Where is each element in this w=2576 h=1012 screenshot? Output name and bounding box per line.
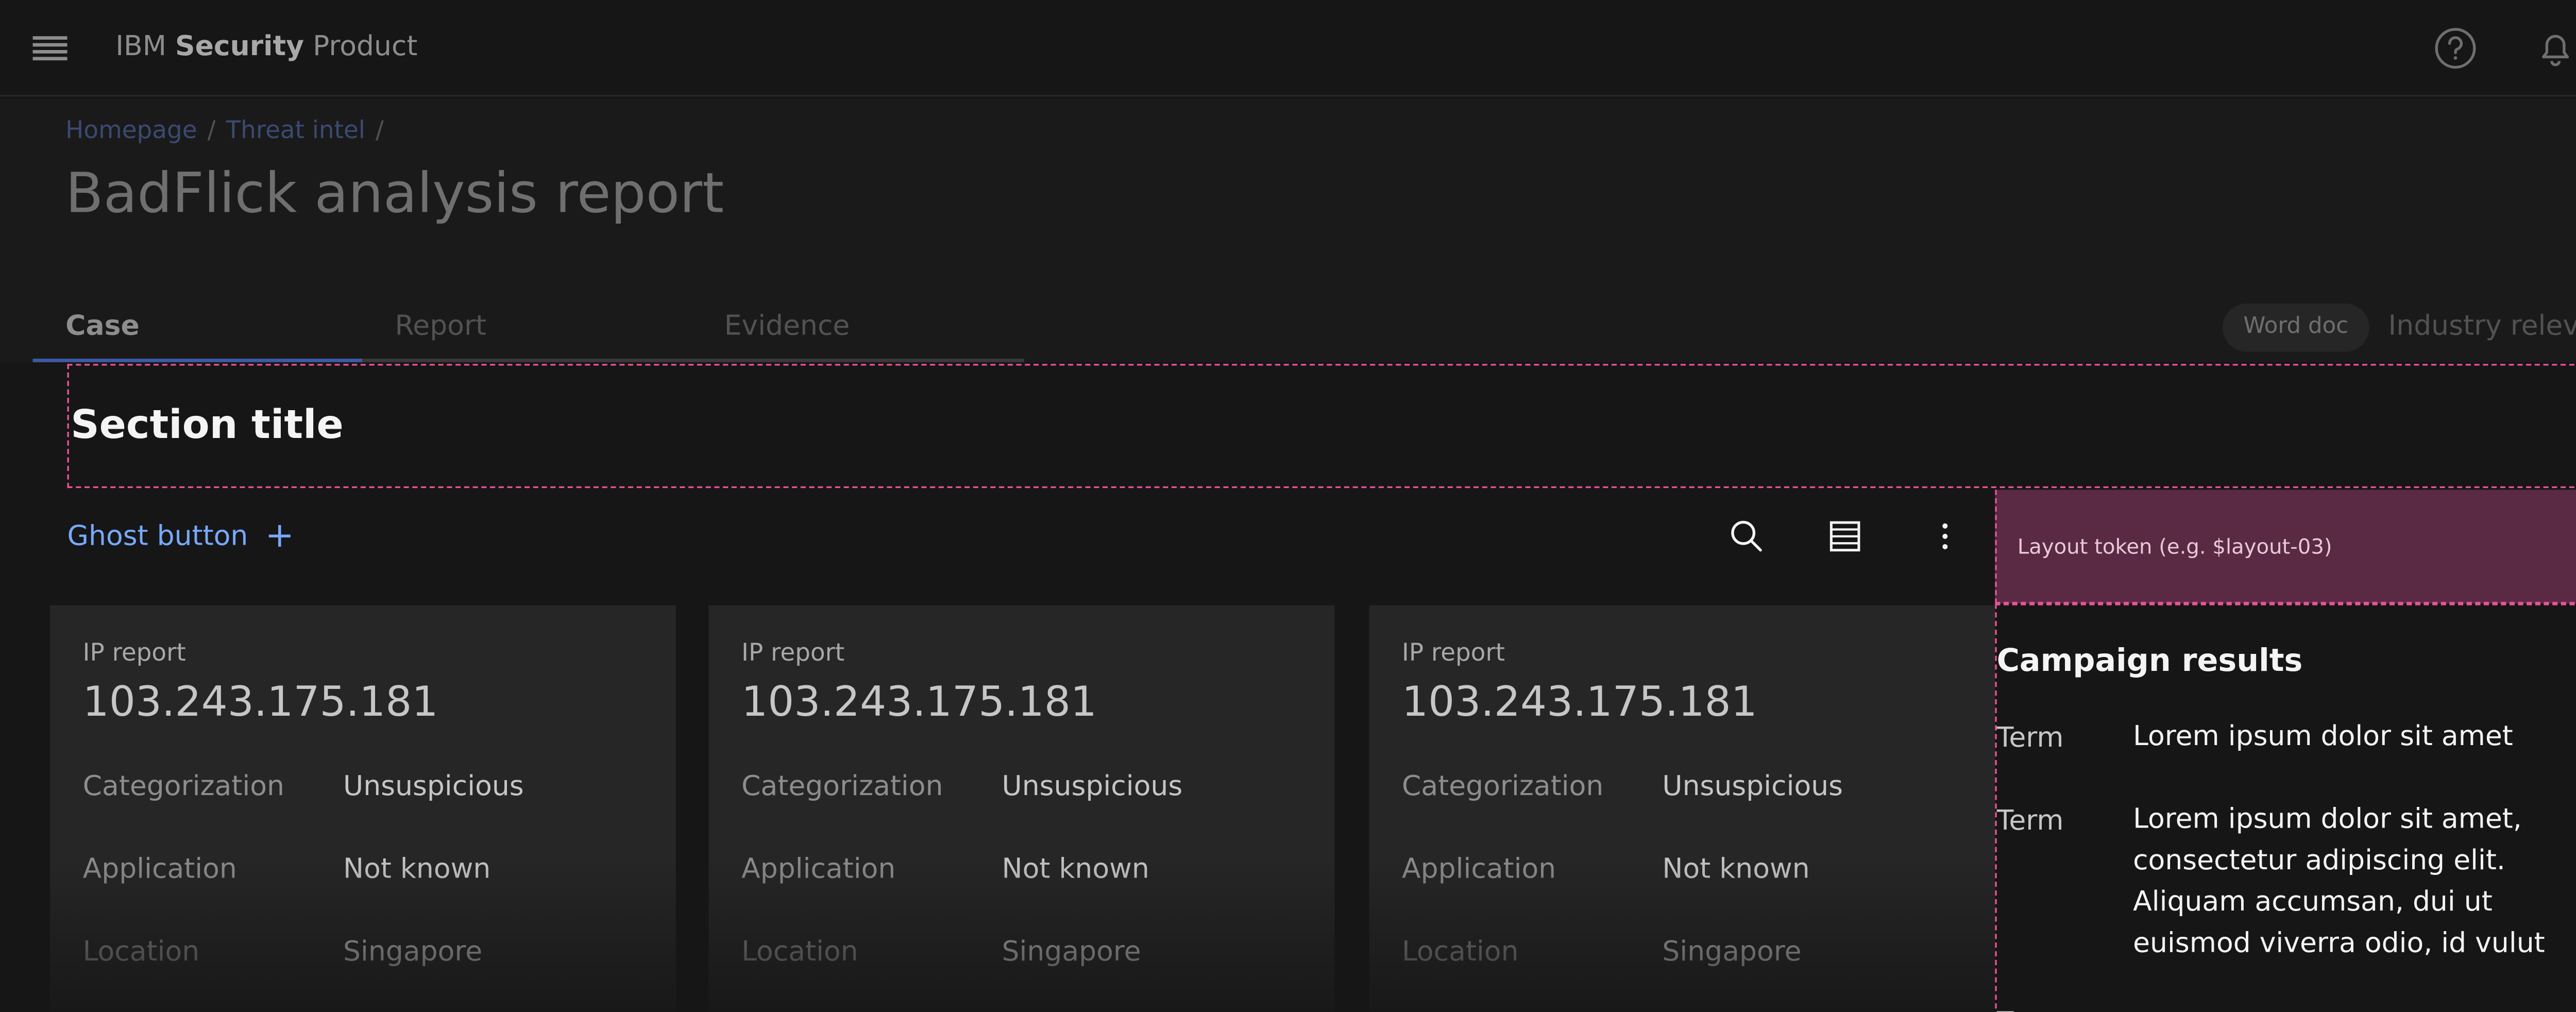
card-row-categorization: Categorization Unsuspicious — [1402, 769, 1843, 802]
overflow-menu-vertical-icon[interactable] — [1926, 517, 1964, 555]
industry-relevancy-link[interactable]: Industry relevancy — [2388, 309, 2576, 342]
word-doc-tag[interactable]: Word doc — [2223, 303, 2369, 352]
card-row-value: Singapore — [1002, 935, 1141, 968]
card-row-categorization: Categorization Unsuspicious — [741, 769, 1182, 802]
card-row-key: Categorization — [741, 769, 943, 802]
card-eyebrow: IP report — [1402, 639, 1505, 668]
layout-token-label: Layout token (e.g. $layout-03) — [2017, 534, 2332, 559]
term-definition: Lorem ipsum dolor sit amet — [2133, 719, 2513, 752]
card-row-key: Location — [82, 935, 200, 968]
help-icon[interactable] — [2431, 24, 2480, 73]
product-name[interactable]: IBM Security Product — [115, 29, 417, 62]
list-view-icon[interactable] — [1826, 517, 1864, 555]
card-row-value: Singapore — [343, 935, 483, 968]
tab-case[interactable]: Case — [32, 295, 362, 362]
card-row-value: Unsuspicious — [1662, 769, 1843, 802]
brand-bold: Security — [175, 29, 304, 62]
card-row-application: Application Not known — [83, 852, 491, 885]
tab-report[interactable]: Report — [362, 295, 691, 359]
layout-token-annotation: Layout token (e.g. $layout-03) — [1995, 490, 2576, 604]
card-row-key: Categorization — [1402, 769, 1604, 802]
breadcrumb-link-threat-intel[interactable]: Threat intel — [226, 117, 365, 145]
breadcrumb-separator: / — [375, 117, 384, 145]
card-row-value: Unsuspicious — [343, 769, 524, 802]
plus-icon: + — [265, 514, 294, 555]
ghost-button[interactable]: Ghost button + — [67, 517, 294, 552]
brand-suffix: Product — [304, 29, 418, 62]
term-definition: Lorem ipsum dolor sit amet, consectetur … — [2133, 802, 2545, 959]
breadcrumb-separator: / — [207, 117, 216, 145]
card-row-categorization: Categorization Unsuspicious — [83, 769, 524, 802]
card-row-application: Application Not known — [1402, 852, 1810, 885]
brand-prefix: IBM — [115, 29, 176, 62]
card-row-location: Location Singapore — [83, 935, 483, 968]
breadcrumb: Homepage / Threat intel / — [65, 117, 384, 145]
page-title: BadFlick analysis report — [65, 160, 724, 226]
notification-bell-icon[interactable] — [2531, 24, 2576, 73]
card-row-key: Application — [741, 852, 896, 885]
breadcrumb-link-homepage[interactable]: Homepage — [65, 117, 197, 145]
card-ip-address: 103.243.175.181 — [82, 678, 438, 727]
app-root: IBM Security Product Homepage / Threat i… — [0, 0, 2576, 1012]
card-row-key: Application — [1402, 852, 1556, 885]
section-title-area: Section title — [67, 364, 2576, 488]
card-row-value: Not known — [343, 852, 491, 885]
hamburger-menu-icon[interactable] — [32, 36, 67, 61]
ghost-button-label: Ghost button — [67, 518, 248, 551]
card-row-value: Not known — [1662, 852, 1810, 885]
campaign-results-panel: Campaign results Term Lorem ipsum dolor … — [1995, 603, 2576, 1012]
card-row-value: Unsuspicious — [1002, 769, 1183, 802]
card-ip-address: 103.243.175.181 — [741, 678, 1097, 727]
term-label: Term — [1997, 1005, 2064, 1012]
card-ip-address: 103.243.175.181 — [1402, 678, 1757, 727]
card-row-key: Location — [741, 935, 858, 968]
card-row-key: Location — [1402, 935, 1519, 968]
card-row-location: Location Singapore — [1402, 935, 1802, 968]
card-eyebrow: IP report — [82, 639, 186, 668]
card-row-key: Application — [82, 852, 237, 885]
ip-report-card[interactable]: IP report 103.243.175.181 Categorization… — [1369, 605, 1995, 1012]
tab-list: Case Report Evidence — [32, 295, 1025, 362]
ip-report-card[interactable]: IP report 103.243.175.181 Categorization… — [50, 605, 676, 1012]
card-row-value: Singapore — [1662, 935, 1802, 968]
campaign-results-title: Campaign results — [1996, 643, 2303, 680]
search-icon[interactable] — [1728, 517, 1766, 555]
term-label: Term — [1996, 721, 2064, 754]
section-title: Section title — [71, 403, 344, 449]
card-row-application: Application Not known — [741, 852, 1149, 885]
shell-header: IBM Security Product — [0, 0, 2576, 97]
term-label: Term — [1996, 803, 2064, 837]
ip-report-card[interactable]: IP report 103.243.175.181 Categorization… — [708, 605, 1335, 1012]
card-row-value: Not known — [1002, 852, 1149, 885]
tab-evidence[interactable]: Evidence — [691, 295, 1021, 359]
card-row-key: Categorization — [82, 769, 284, 802]
card-row-location: Location Singapore — [741, 935, 1141, 968]
page-header: Homepage / Threat intel / BadFlick analy… — [0, 98, 2576, 362]
card-eyebrow: IP report — [741, 639, 845, 668]
